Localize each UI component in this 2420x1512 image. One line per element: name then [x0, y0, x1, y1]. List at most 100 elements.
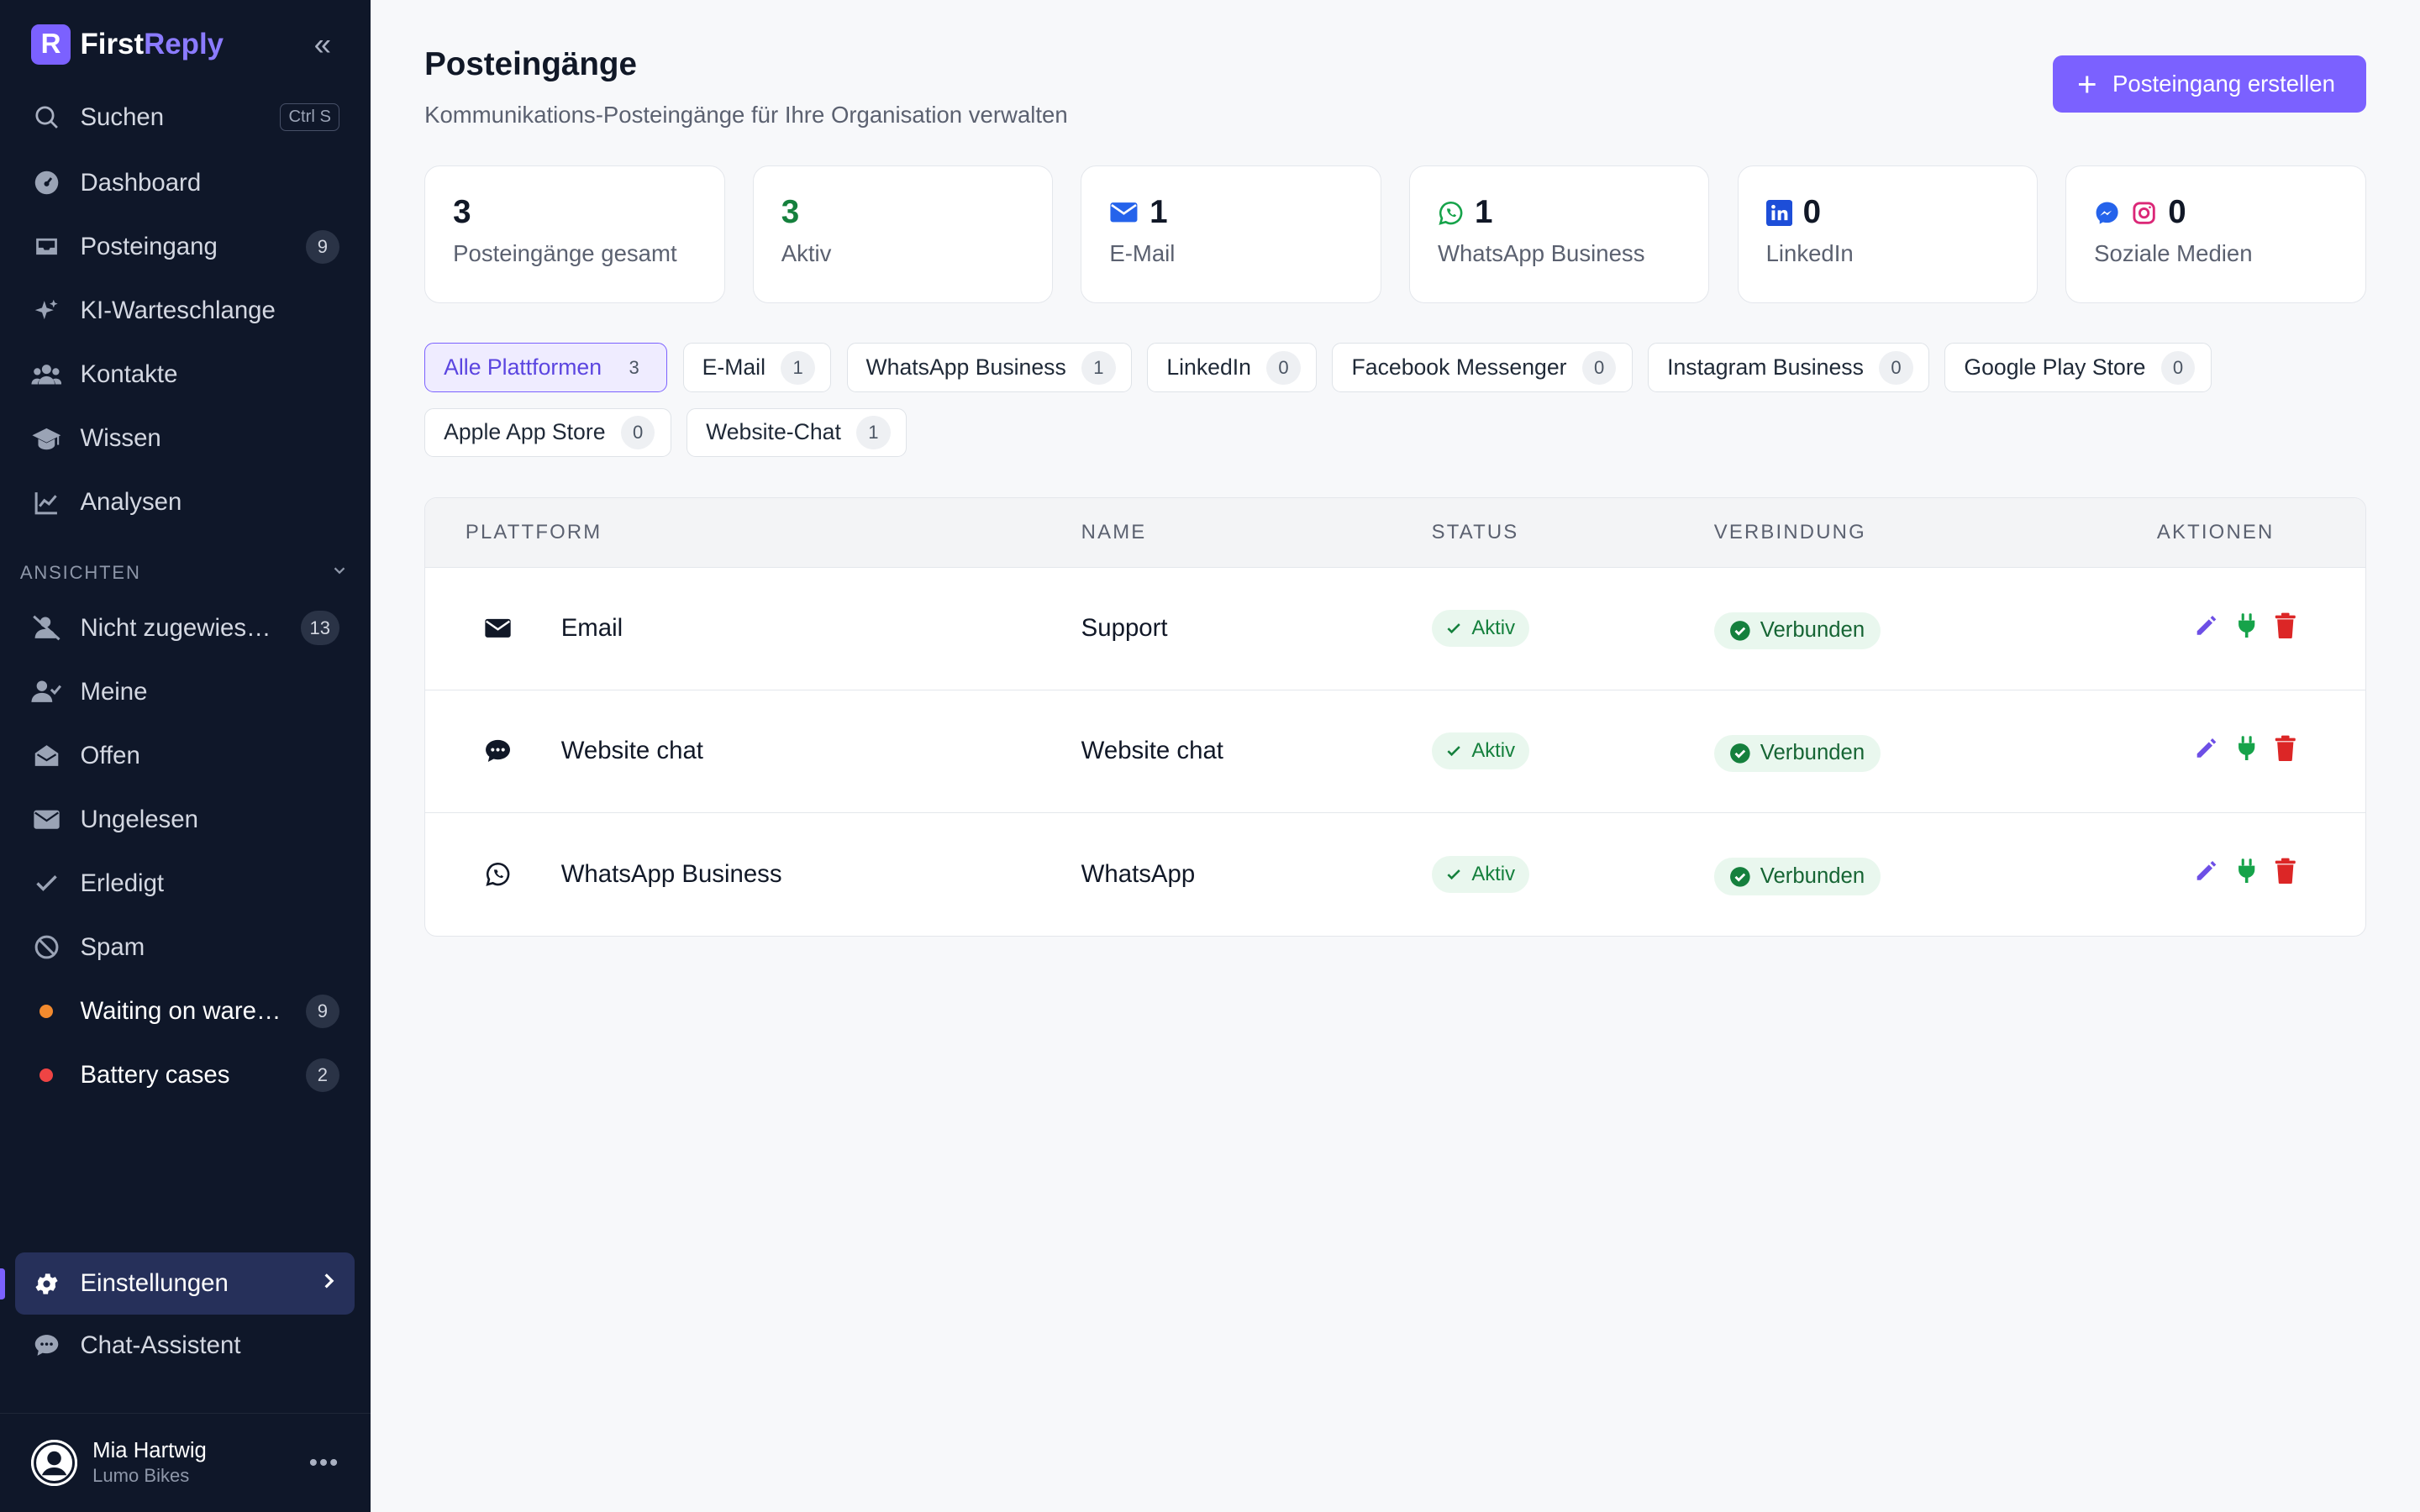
sidebar-item-dashboard[interactable]: Dashboard	[0, 151, 371, 215]
sidebar-search[interactable]: Suchen Ctrl S	[0, 90, 371, 145]
filter-email[interactable]: E-Mail 1	[682, 343, 832, 393]
whatsapp-icon	[1438, 200, 1464, 226]
plug-icon[interactable]	[2234, 858, 2259, 890]
sidebar-item-label: Einstellungen	[80, 1269, 229, 1298]
user-name: Mia Hartwig	[92, 1439, 207, 1463]
filter-label: Website-Chat	[706, 419, 841, 445]
stat-label: Aktiv	[781, 240, 832, 267]
instagram-icon	[2131, 200, 2157, 226]
sidebar-item-label: Offen	[80, 741, 140, 769]
sidebar-item-label: Erledigt	[80, 869, 165, 897]
users-icon	[31, 360, 62, 391]
sidebar-item-inbox[interactable]: Posteingang 9	[0, 215, 371, 279]
sidebar-item-label: Nicht zugewies…	[80, 613, 271, 642]
sidebar-view-mine[interactable]: Meine	[0, 660, 371, 724]
table-row[interactable]: WhatsApp Business WhatsApp Aktiv Verbund…	[425, 813, 2365, 936]
table-row[interactable]: Email Support Aktiv Verbunden	[425, 568, 2365, 690]
stat-card-social: 0 Soziale Medien	[2065, 165, 2366, 303]
edit-pencil-icon[interactable]	[2194, 736, 2218, 767]
plug-icon[interactable]	[2234, 612, 2259, 645]
user-profile[interactable]: Mia Hartwig Lumo Bikes •••	[0, 1413, 371, 1512]
table-row[interactable]: Website chat Website chat Aktiv Verbunde…	[425, 690, 2365, 813]
sidebar-item-label: Meine	[80, 677, 148, 706]
status-badge: Aktiv	[1431, 610, 1529, 648]
sidebar-view-open[interactable]: Offen	[0, 724, 371, 788]
connection-badge: Verbunden	[1713, 734, 1881, 772]
gear-icon	[31, 1268, 62, 1299]
sidebar-view-battery-cases[interactable]: Battery cases 2	[0, 1043, 371, 1107]
stat-card-total: 3 Posteingänge gesamt	[424, 165, 725, 303]
user-org: Lumo Bikes	[92, 1465, 190, 1487]
sidebar-view-unread[interactable]: Ungelesen	[0, 788, 371, 852]
filter-instagram-business[interactable]: Instagram Business 0	[1648, 343, 1930, 393]
count-badge: 9	[305, 229, 340, 265]
inbox-name: WhatsApp	[1081, 859, 1196, 888]
filter-count: 1	[856, 415, 891, 450]
sidebar-item-label: Battery cases	[80, 1060, 230, 1089]
linkedin-icon	[1765, 199, 1792, 226]
filter-count: 1	[781, 350, 815, 385]
user-slash-icon	[31, 612, 62, 643]
brand-mark-icon: R	[30, 24, 71, 66]
trash-icon[interactable]	[2274, 612, 2297, 645]
stat-value: 0	[1802, 194, 1822, 231]
brand-logo[interactable]: R FirstReply	[30, 24, 224, 66]
sidebar-item-label: Posteingang	[80, 233, 218, 261]
whatsapp-icon	[466, 861, 530, 887]
sidebar-item-label: Dashboard	[80, 168, 202, 197]
stat-value: 3	[453, 194, 471, 231]
inbox-name: Website chat	[1081, 737, 1223, 765]
page-title: Posteingänge	[424, 46, 637, 83]
filter-whatsapp-business[interactable]: WhatsApp Business 1	[846, 343, 1132, 393]
search-label: Suchen	[80, 102, 165, 131]
sidebar-item-label: Wissen	[80, 424, 161, 453]
filter-label: Facebook Messenger	[1351, 354, 1567, 381]
stat-label: Soziale Medien	[2094, 240, 2253, 267]
sidebar-item-contacts[interactable]: Kontakte	[0, 343, 371, 407]
status-dot	[31, 1059, 62, 1090]
more-options-icon[interactable]: •••	[309, 1449, 339, 1478]
filter-website-chat[interactable]: Website-Chat 1	[687, 407, 907, 458]
sidebar-item-label: KI-Warteschlange	[80, 297, 276, 325]
sidebar-item-settings[interactable]: Einstellungen	[0, 1252, 355, 1315]
filter-google-play-store[interactable]: Google Play Store 0	[1944, 343, 2212, 393]
filter-count: 3	[629, 356, 639, 378]
column-header-platform: PLATTFORM	[465, 520, 602, 543]
sidebar-item-label: Chat-Assistent	[80, 1331, 241, 1359]
filter-linkedin[interactable]: LinkedIn 0	[1147, 343, 1318, 393]
sidebar-item-ai-queue[interactable]: KI-Warteschlange	[0, 279, 371, 343]
sidebar-view-waiting-on-warehouse[interactable]: Waiting on ware… 9	[0, 979, 371, 1043]
status-badge: Aktiv	[1431, 855, 1529, 893]
inbox-icon	[31, 232, 62, 263]
filter-all-platforms[interactable]: Alle Plattformen 3	[424, 343, 668, 393]
sidebar-item-chat-assistant[interactable]: Chat-Assistent	[0, 1315, 371, 1376]
sidebar-bottom: Einstellungen Chat-Assistent Mia Hartwig…	[0, 1252, 371, 1512]
sidebar-item-label: Waiting on ware…	[80, 996, 281, 1025]
filter-apple-app-store[interactable]: Apple App Store 0	[424, 407, 671, 458]
edit-pencil-icon[interactable]	[2194, 613, 2218, 644]
edit-pencil-icon[interactable]	[2194, 858, 2218, 890]
logo-row: R FirstReply «	[0, 0, 371, 90]
envelope-icon	[1109, 201, 1139, 224]
trash-icon[interactable]	[2274, 858, 2297, 890]
sidebar-view-unassigned[interactable]: Nicht zugewies… 13	[0, 596, 371, 660]
check-icon	[31, 868, 62, 899]
platform-name: Website chat	[560, 737, 703, 765]
sidebar-view-done[interactable]: Erledigt	[0, 852, 371, 916]
stat-value: 3	[781, 194, 800, 231]
plug-icon[interactable]	[2234, 735, 2259, 768]
sidebar-item-knowledge[interactable]: Wissen	[0, 407, 371, 470]
trash-icon[interactable]	[2274, 735, 2297, 768]
filter-label: WhatsApp Business	[865, 354, 1066, 381]
create-inbox-label: Posteingang erstellen	[2112, 71, 2335, 97]
filter-facebook-messenger[interactable]: Facebook Messenger 0	[1332, 343, 1633, 393]
sidebar-view-spam[interactable]: Spam	[0, 916, 371, 979]
sidebar-item-analytics[interactable]: Analysen	[0, 470, 371, 534]
collapse-sidebar-icon[interactable]: «	[306, 27, 339, 62]
column-header-actions: AKTIONEN	[2156, 520, 2275, 543]
chart-line-icon	[31, 487, 62, 518]
views-section-header[interactable]: ANSICHTEN	[0, 550, 371, 596]
sidebar-item-label: Ungelesen	[80, 805, 198, 833]
create-inbox-button[interactable]: + Posteingang erstellen	[2052, 55, 2366, 113]
filter-label: E-Mail	[702, 354, 766, 381]
